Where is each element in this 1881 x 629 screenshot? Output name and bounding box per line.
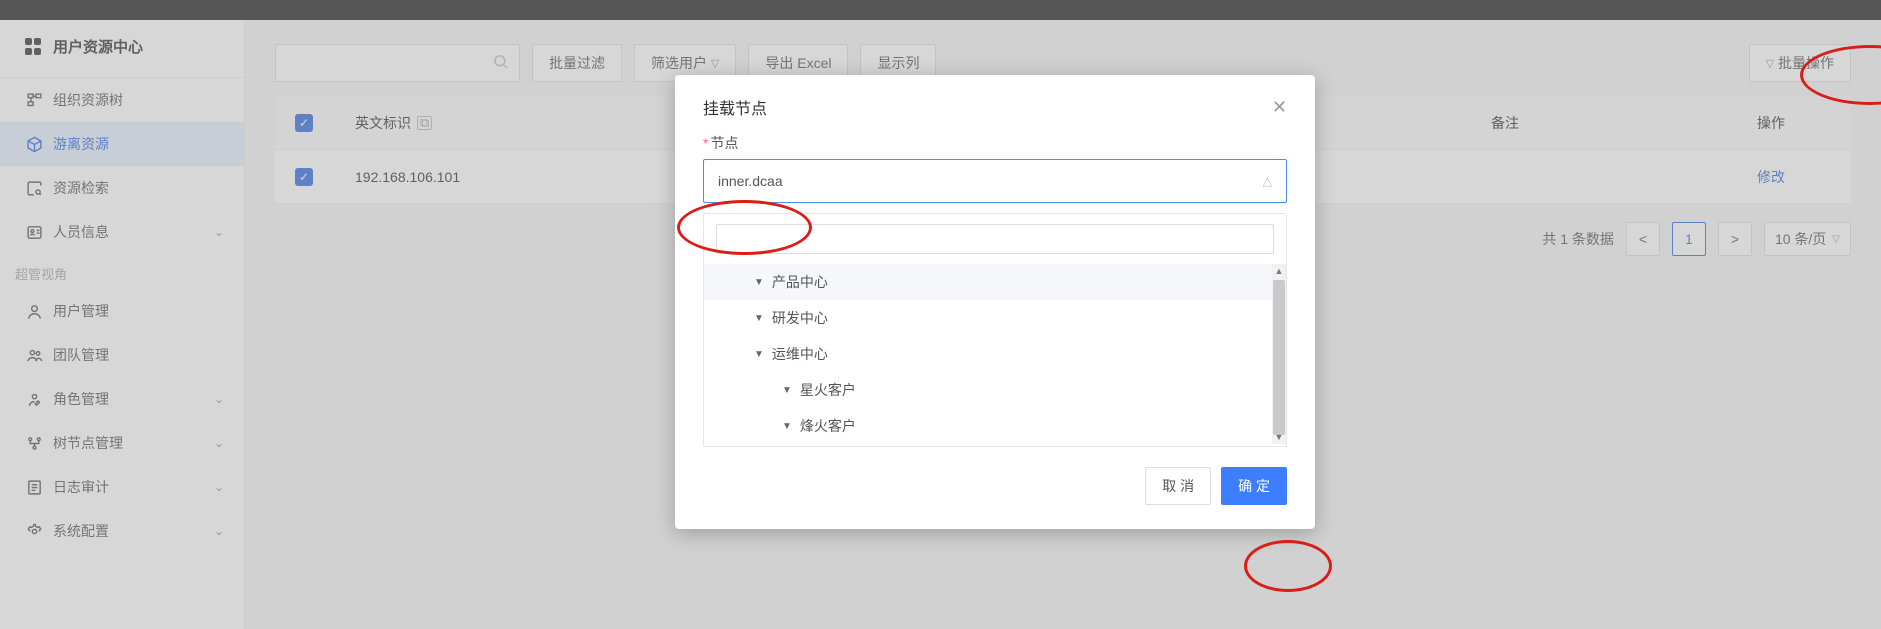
dropdown-search-input[interactable] [716, 224, 1274, 254]
caret-down-icon: ▼ [754, 313, 764, 324]
caret-down-icon: ▼ [782, 385, 792, 396]
node-field-label: *节点 [675, 133, 1315, 153]
caret-down-icon: ▼ [754, 349, 764, 360]
tree-item-label: 运维中心 [772, 344, 828, 364]
dropdown-scrollbar[interactable]: ▲ ▼ [1272, 264, 1286, 444]
cancel-button[interactable]: 取 消 [1145, 467, 1211, 505]
modal-footer: 取 消 确 定 [675, 447, 1315, 511]
node-dropdown: ▼ 产品中心 ▼ 研发中心 ▼ 运维中心 ▼ 星火客户 ▼ 烽火客户 ▲ [703, 213, 1287, 447]
tree-item-label: 烽火客户 [800, 416, 856, 436]
chevron-up-icon: △ [1263, 174, 1272, 188]
tree-item-ops-center[interactable]: ▼ 运维中心 [704, 336, 1272, 372]
tree-item-product-center[interactable]: ▼ 产品中心 [704, 264, 1272, 300]
node-select-input[interactable]: inner.dcaa △ [703, 159, 1287, 203]
tree-item-label: 研发中心 [772, 308, 828, 328]
required-mark: * [703, 135, 708, 151]
scroll-up-icon[interactable]: ▲ [1272, 264, 1286, 278]
node-select-value: inner.dcaa [718, 173, 783, 189]
caret-down-icon: ▼ [754, 277, 764, 288]
tree-item-rd-center[interactable]: ▼ 研发中心 [704, 300, 1272, 336]
tree-item-fenghuo[interactable]: ▼ 烽火客户 [704, 408, 1272, 444]
modal-header: 挂载节点 ✕ [675, 75, 1315, 133]
caret-down-icon: ▼ [782, 421, 792, 432]
scroll-thumb[interactable] [1273, 280, 1285, 435]
tree-item-label: 产品中心 [772, 272, 828, 292]
modal-close-button[interactable]: ✕ [1272, 97, 1287, 118]
tree-item-xinghuo[interactable]: ▼ 星火客户 [704, 372, 1272, 408]
mount-node-modal: 挂载节点 ✕ *节点 inner.dcaa △ ▼ 产品中心 ▼ 研发中心 ▼ … [675, 75, 1315, 529]
node-label-text: 节点 [710, 135, 738, 151]
scroll-down-icon[interactable]: ▼ [1272, 430, 1286, 444]
tree-item-label: 星火客户 [800, 380, 856, 400]
modal-title: 挂载节点 [703, 95, 767, 119]
confirm-button[interactable]: 确 定 [1221, 467, 1287, 505]
